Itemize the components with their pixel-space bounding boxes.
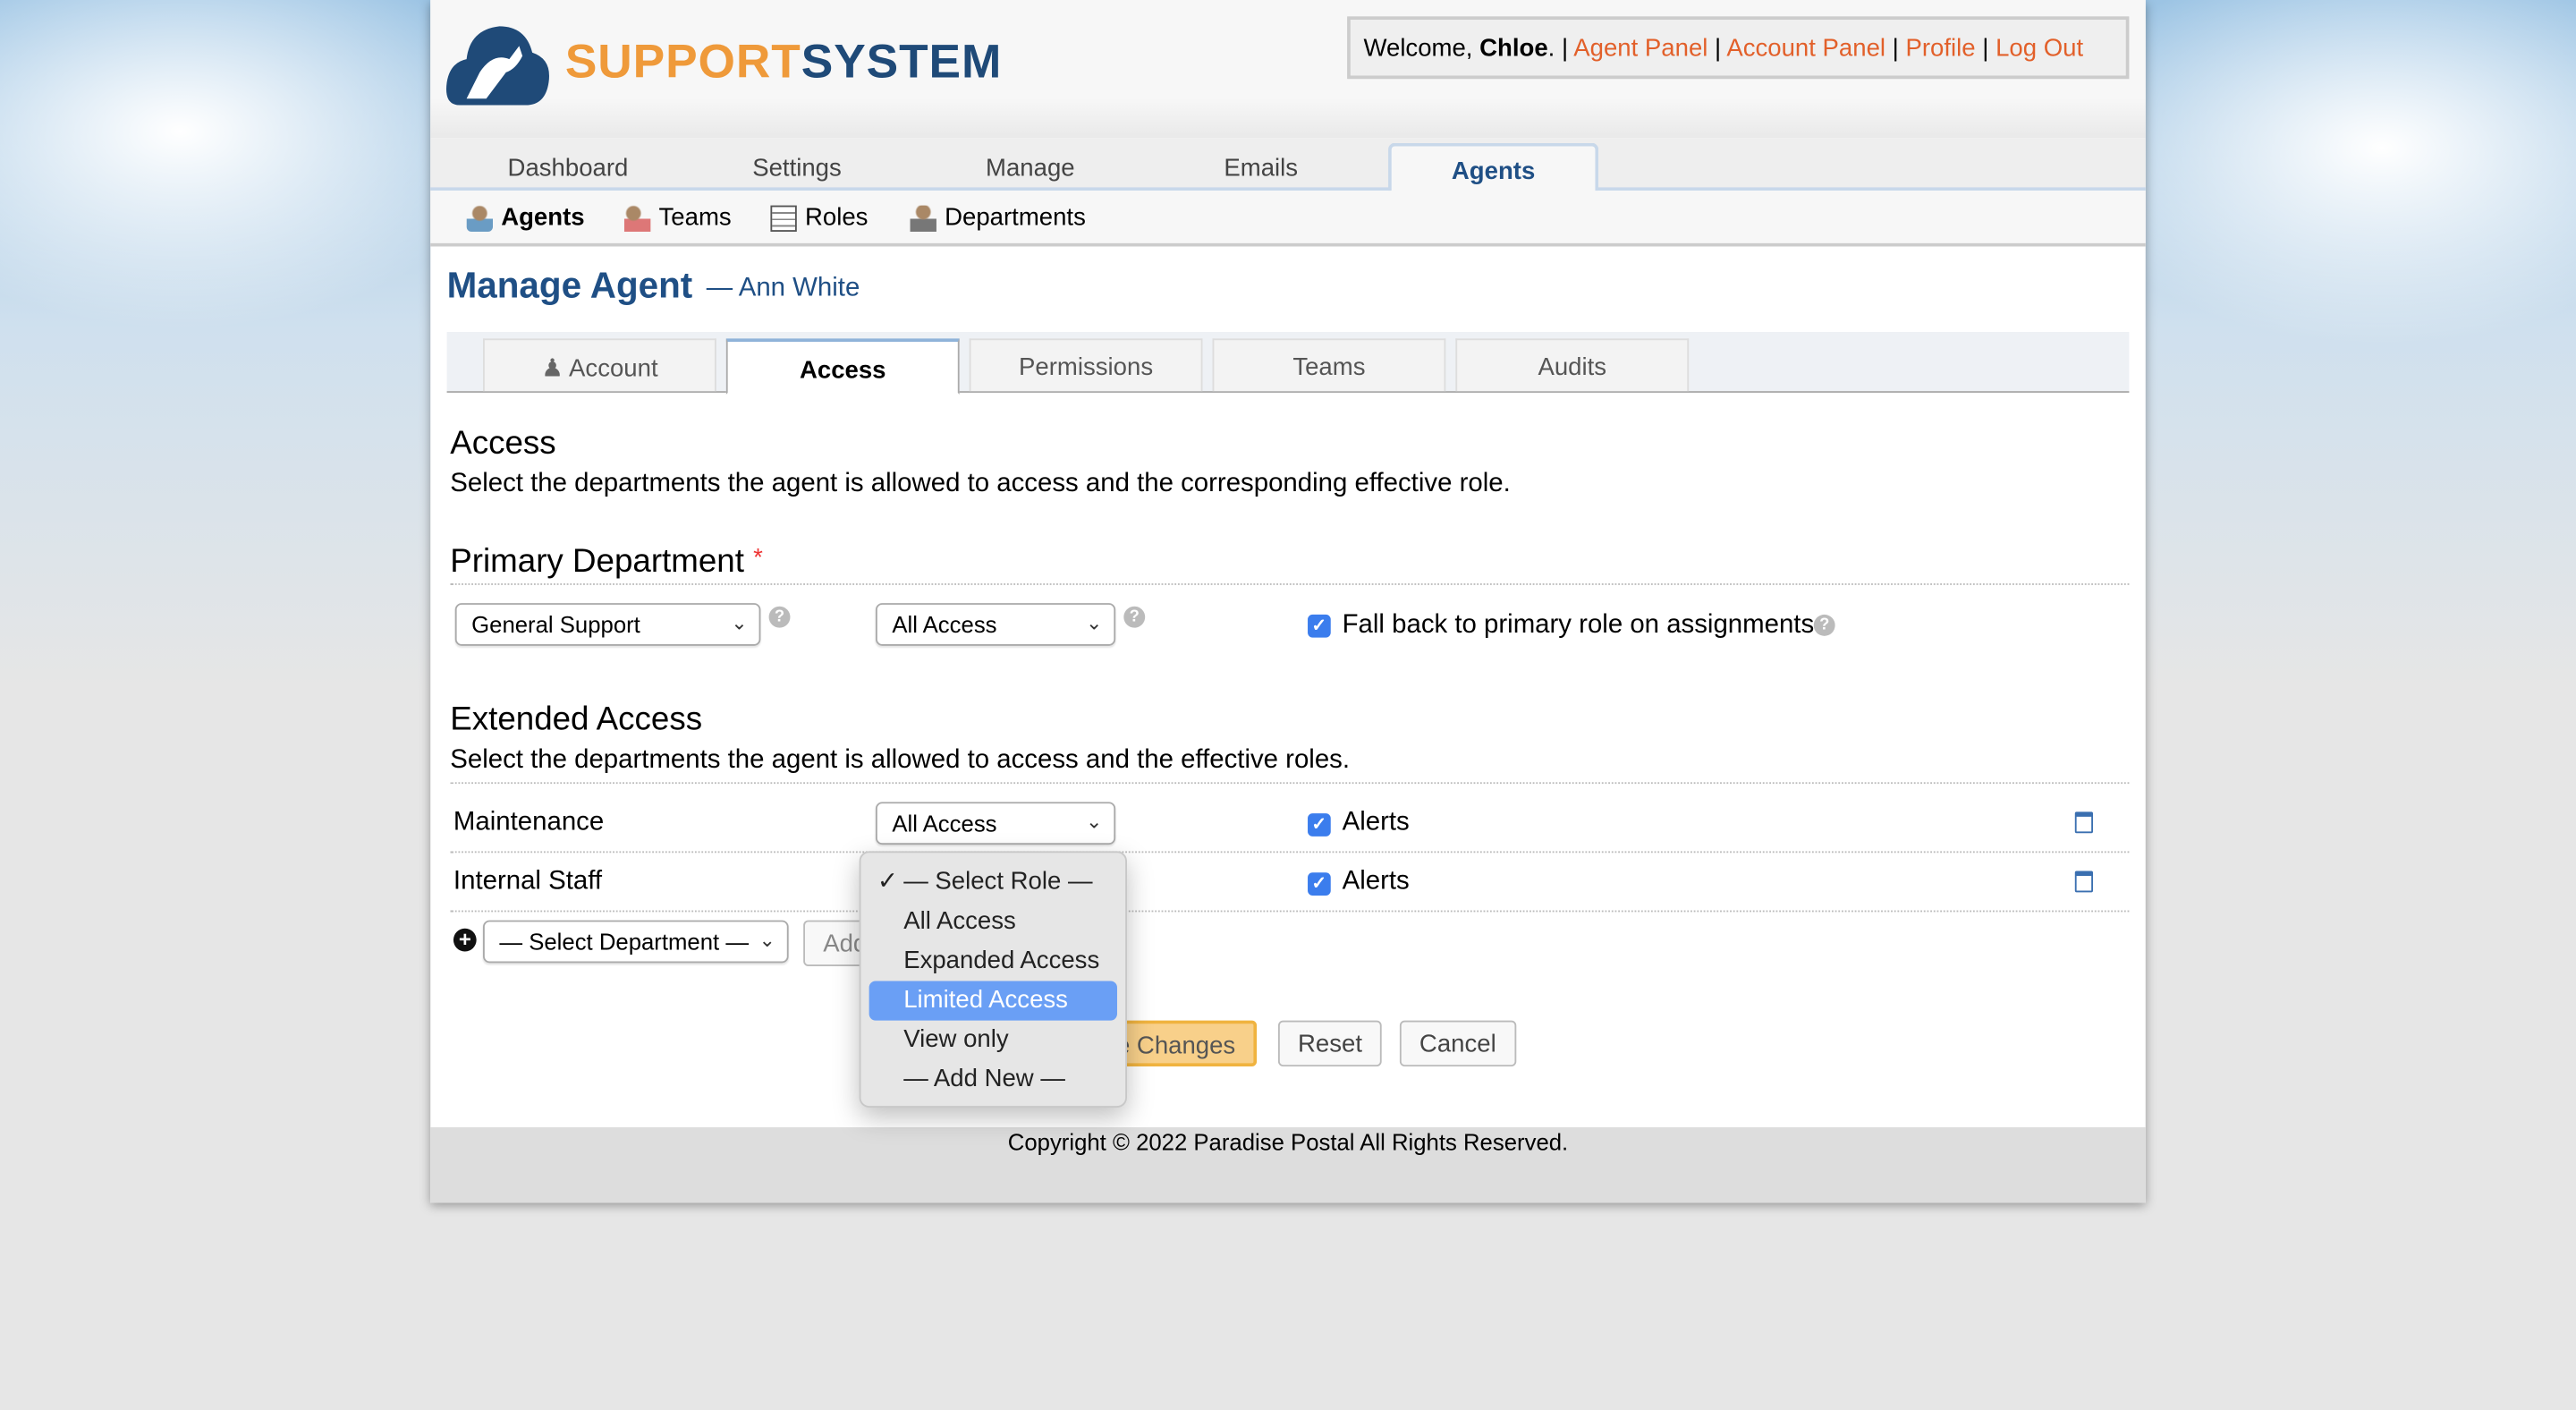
subnav-label: Teams — [658, 203, 732, 232]
dropdown-option[interactable]: View only — [869, 1021, 1117, 1060]
divider — [450, 782, 2130, 785]
divider — [450, 583, 2130, 585]
trash-icon[interactable] — [2074, 811, 2093, 834]
extended-department: Internal Staff — [453, 867, 603, 896]
subnav-roles[interactable]: Roles — [770, 204, 868, 232]
subnav-label: Departments — [945, 203, 1086, 232]
help-icon[interactable]: ? — [1123, 606, 1146, 628]
welcome-box: Welcome, Chloe. | Agent Panel | Account … — [1347, 16, 2130, 80]
dropdown-option[interactable]: — Add New — — [869, 1060, 1117, 1100]
divider — [450, 910, 2130, 913]
nav-tab-manage[interactable]: Manage — [986, 155, 1075, 183]
header: SUPPORTSYSTEM Welcome, Chloe. | Agent Pa… — [430, 0, 2146, 139]
help-icon[interactable]: ? — [768, 606, 791, 628]
logout-link[interactable]: Log Out — [1996, 35, 2083, 63]
tab-audits[interactable]: Audits — [1455, 338, 1690, 392]
tab-teams[interactable]: Teams — [1212, 338, 1446, 392]
dropdown-option[interactable]: Expanded Access — [869, 941, 1117, 981]
alerts-label: Alerts — [1342, 808, 1410, 837]
add-department-select[interactable]: — Select Department — ⌄ — [482, 920, 789, 964]
subnav-agents[interactable]: Agents — [466, 203, 585, 232]
page-container: SUPPORTSYSTEM Welcome, Chloe. | Agent Pa… — [430, 0, 2146, 1203]
alerts-label: Alerts — [1342, 867, 1410, 896]
nav-tab-dashboard[interactable]: Dashboard — [508, 155, 629, 183]
access-description: Select the departments the agent is allo… — [450, 470, 1511, 498]
user-icon: ♟ — [541, 354, 564, 383]
dropdown-option-highlighted[interactable]: Limited Access — [869, 981, 1117, 1021]
chevron-down-icon: ⌄ — [1085, 810, 1103, 834]
primary-role-select[interactable]: All Access ⌄ — [875, 603, 1116, 646]
tab-permissions[interactable]: Permissions — [969, 338, 1203, 392]
copyright: Copyright © 2022 Paradise Postal All Rig… — [1007, 1128, 1569, 1156]
account-panel-link[interactable]: Account Panel — [1726, 35, 1885, 63]
role-dropdown-menu: ✓ — Select Role — All Access Expanded Acc… — [859, 851, 1127, 1108]
cancel-button[interactable]: Cancel — [1399, 1020, 1516, 1067]
page-subtitle: — Ann White — [706, 274, 860, 302]
logo-text: SUPPORTSYSTEM — [564, 36, 1003, 89]
main-nav: Dashboard Settings Manage Emails Agents — [430, 138, 2146, 196]
dropdown-option[interactable]: All Access — [869, 902, 1117, 941]
logo-icon[interactable] — [444, 23, 552, 109]
chevron-down-icon: ⌄ — [731, 611, 748, 634]
reset-button[interactable]: Reset — [1277, 1020, 1383, 1067]
subnav-teams[interactable]: Teams — [623, 203, 732, 232]
alerts-checkbox[interactable]: ✓ — [1308, 813, 1331, 837]
divider — [450, 851, 2130, 854]
username: Chloe — [1479, 34, 1548, 63]
extended-department: Maintenance — [453, 808, 605, 837]
tab-account[interactable]: ♟ Account — [482, 338, 716, 392]
extended-description: Select the departments the agent is allo… — [450, 745, 1351, 775]
sub-nav: Agents Teams Roles Departments — [430, 191, 2146, 247]
primary-department-select[interactable]: General Support ⌄ — [454, 603, 761, 646]
access-heading: Access — [450, 425, 556, 463]
nav-tab-emails[interactable]: Emails — [1224, 155, 1298, 183]
fallback-checkbox[interactable]: ✓ — [1308, 614, 1331, 638]
departments-icon — [910, 204, 936, 232]
nav-tab-agents[interactable]: Agents — [1388, 142, 1599, 196]
footer: Copyright © 2022 Paradise Postal All Rig… — [430, 1126, 2146, 1203]
subnav-label: Roles — [804, 203, 869, 232]
fallback-label: Fall back to primary role on assignments — [1342, 611, 1815, 640]
agent-tabs: ♟ Account Access Permissions Teams Audit… — [446, 332, 2130, 395]
chevron-down-icon: ⌄ — [758, 928, 775, 952]
agent-panel-link[interactable]: Agent Panel — [1573, 35, 1707, 63]
subnav-departments[interactable]: Departments — [910, 203, 1086, 232]
subnav-label: Agents — [501, 203, 585, 232]
dropdown-option[interactable]: ✓ — Select Role — — [869, 862, 1117, 902]
chevron-down-icon: ⌄ — [1085, 611, 1103, 634]
page-title: Manage Agent — [446, 264, 693, 306]
teams-icon — [623, 204, 651, 232]
primary-heading: Primary Department * — [450, 543, 763, 581]
alerts-checkbox[interactable]: ✓ — [1308, 872, 1331, 896]
tab-access[interactable]: Access — [725, 338, 960, 395]
extended-heading: Extended Access — [450, 701, 703, 738]
agent-icon — [466, 204, 494, 232]
nav-tab-settings[interactable]: Settings — [752, 155, 842, 183]
check-icon: ✓ — [877, 867, 898, 896]
welcome-text: Welcome, — [1363, 34, 1480, 63]
extended-role-select[interactable]: All Access ⌄ — [875, 802, 1116, 845]
add-circle-icon: + — [453, 928, 477, 952]
profile-link[interactable]: Profile — [1905, 35, 1975, 63]
help-icon[interactable]: ? — [1813, 614, 1835, 636]
roles-icon — [770, 204, 797, 232]
trash-icon[interactable] — [2074, 871, 2093, 893]
